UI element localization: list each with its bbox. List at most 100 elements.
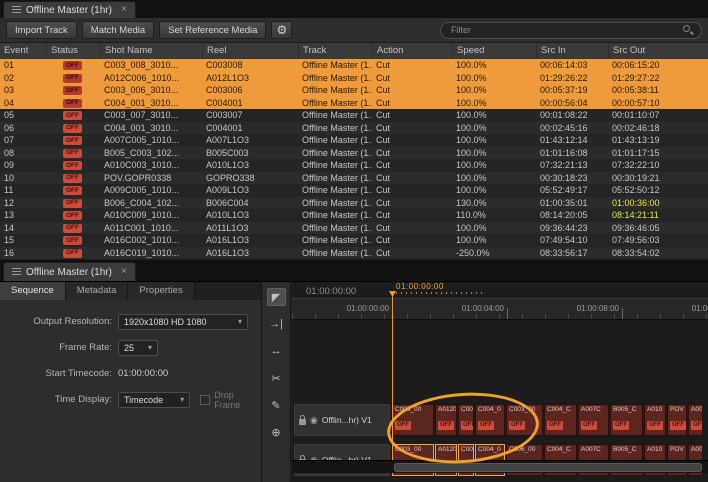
tab-sequence[interactable]: Sequence <box>0 282 66 300</box>
tab-offline-master-timeline[interactable]: Offline Master (1hr) × <box>3 262 136 281</box>
drop-frame-checkbox[interactable] <box>200 395 210 405</box>
cell-shot-name: C004_001_3010... <box>100 122 202 135</box>
timeline-clip[interactable]: POVOFF <box>667 404 687 436</box>
cell-action: Cut <box>372 59 452 72</box>
table-row[interactable]: 01OFFC003_008_3010...C003008Offline Mast… <box>0 59 708 72</box>
sequence-fields: Output Resolution: 1920x1080 HD 1080 ▾ F… <box>0 300 261 408</box>
cell-status: OFF <box>46 72 100 85</box>
cell-action: Cut <box>372 209 452 222</box>
table-row[interactable]: 04OFFC004_001_3010...C004001Offline Mast… <box>0 97 708 110</box>
close-icon[interactable]: × <box>121 267 127 277</box>
select-tool[interactable]: ◤ <box>267 288 286 306</box>
cell-src-in: 00:06:14:03 <box>536 59 608 72</box>
cell-shot-name: POV.GOPR0338 <box>100 172 202 185</box>
cell-track: Offline Master (1... <box>298 222 372 235</box>
table-row[interactable]: 07OFFA007C005_1010...A007L1O3Offline Mas… <box>0 134 708 147</box>
output-resolution-label: Output Resolution: <box>0 316 112 327</box>
cell-speed: 100.0% <box>452 222 536 235</box>
table-row[interactable]: 03OFFC003_006_3010...C003006Offline Mast… <box>0 84 708 97</box>
cell-track: Offline Master (1... <box>298 72 372 85</box>
match-media-button[interactable]: Match Media <box>82 21 154 39</box>
table-row[interactable]: 06OFFC004_001_3010...C004001Offline Mast… <box>0 122 708 135</box>
visibility-icon[interactable]: ◉ <box>310 416 318 425</box>
time-display-select[interactable]: Timecode ▾ <box>118 392 190 408</box>
close-icon[interactable]: × <box>121 5 127 15</box>
import-track-button[interactable]: Import Track <box>6 21 77 39</box>
set-reference-media-button[interactable]: Set Reference Media <box>159 21 266 39</box>
table-row[interactable]: 16OFFA016C019_1010...A016L1O3Offline Mas… <box>0 247 708 260</box>
cell-action: Cut <box>372 122 452 135</box>
table-row[interactable]: 02OFFA012C006_1010...A012L1O3Offline Mas… <box>0 72 708 85</box>
cell-event: 10 <box>0 172 46 185</box>
table-row[interactable]: 13OFFA010C009_1010...A010L1O3Offline Mas… <box>0 209 708 222</box>
slip-tool[interactable]: ↔ <box>267 342 286 360</box>
top-tab-bar: Offline Master (1hr) × <box>0 0 708 19</box>
timeline-ruler[interactable]: 01:00:00:0001:00:04:0001:00:08:0001:00:1… <box>292 298 708 320</box>
cell-event: 15 <box>0 234 46 247</box>
table-row[interactable]: 14OFFA011C001_1010...A011L1O3Offline Mas… <box>0 222 708 235</box>
cell-shot-name: A016C002_1010... <box>100 234 202 247</box>
column-header-track[interactable]: Track <box>298 43 372 59</box>
tracker-tool[interactable]: ⊕ <box>267 423 286 441</box>
ruler-label: 01:00:08:00 <box>577 304 622 313</box>
cell-status: OFF <box>46 184 100 197</box>
playhead-frame-ticks <box>396 292 484 294</box>
timeline-clip[interactable]: A00OFF <box>688 404 703 436</box>
table-row[interactable]: 15OFFA016C002_1010...A016L1O3Offline Mas… <box>0 234 708 247</box>
cell-src-in: 01:01:16:08 <box>536 147 608 160</box>
column-header-src-in[interactable]: Src In <box>536 43 608 59</box>
timeline-current-timecode: 01:00:00:00 <box>306 286 356 297</box>
scrollbar-thumb[interactable] <box>394 463 702 472</box>
clip-status-badge: OFF <box>613 421 629 430</box>
start-timecode-value[interactable]: 01:00:00:00 <box>118 368 168 379</box>
table-row[interactable]: 09OFFA010C003_1010...A010L1O3Offline Mas… <box>0 159 708 172</box>
table-row[interactable]: 05OFFC003_007_3010...C003007Offline Mast… <box>0 109 708 122</box>
track-header[interactable]: ◉Offlin...hr) V1 <box>294 404 390 436</box>
cell-reel: B006C004 <box>202 197 298 210</box>
column-header-shot-name[interactable]: Shot Name <box>100 43 202 59</box>
timeline-clip[interactable]: C004_COFF <box>544 404 577 436</box>
horizontal-scrollbar[interactable] <box>292 460 708 473</box>
cell-speed: 110.0% <box>452 209 536 222</box>
cell-action: Cut <box>372 247 452 260</box>
cell-src-in: 08:33:56:17 <box>536 247 608 260</box>
output-resolution-select[interactable]: 1920x1080 HD 1080 ▾ <box>118 314 248 330</box>
razor-tool[interactable]: ✂ <box>267 369 286 387</box>
cell-event: 04 <box>0 97 46 110</box>
cell-track: Offline Master (1... <box>298 84 372 97</box>
timeline-clip[interactable]: A007COFF <box>578 404 609 436</box>
cell-reel: C004001 <box>202 97 298 110</box>
status-badge: OFF <box>63 61 82 70</box>
tab-properties[interactable]: Properties <box>128 282 194 300</box>
clip-name: A00 <box>689 405 702 413</box>
tab-metadata[interactable]: Metadata <box>66 282 129 300</box>
cell-src-out: 00:02:46:18 <box>608 122 708 135</box>
filter-input[interactable] <box>449 24 683 36</box>
column-header-speed[interactable]: Speed <box>452 43 536 59</box>
tab-offline-master[interactable]: Offline Master (1hr) × <box>3 1 136 18</box>
drop-frame-label: Drop Frame <box>214 390 261 410</box>
cell-src-out: 07:49:56:03 <box>608 234 708 247</box>
cell-status: OFF <box>46 172 100 185</box>
table-row[interactable]: 10OFFPOV.GOPR0338GOPRO338Offline Master … <box>0 172 708 185</box>
table-row[interactable]: 08OFFB005_C003_102...B005C003Offline Mas… <box>0 147 708 160</box>
table-row[interactable]: 12OFFB006_C004_102...B006C004Offline Mas… <box>0 197 708 210</box>
frame-rate-select[interactable]: 25 ▾ <box>118 340 158 356</box>
settings-gear-button[interactable]: ⚙ <box>271 21 292 39</box>
cell-speed: 100.0% <box>452 97 536 110</box>
playhead-handle[interactable] <box>389 291 396 297</box>
timeline-clip[interactable]: A010OFF <box>644 404 666 436</box>
column-header-status[interactable]: Status <box>46 43 100 59</box>
cell-reel: C003007 <box>202 109 298 122</box>
column-header-reel[interactable]: Reel <box>202 43 298 59</box>
column-header-event[interactable]: Event <box>0 43 46 59</box>
table-row[interactable]: 11OFFA009C005_1010...A009L1O3Offline Mas… <box>0 184 708 197</box>
column-header-src-out[interactable]: Src Out <box>608 43 708 59</box>
cell-src-out: 00:30:19:21 <box>608 172 708 185</box>
timeline-clip[interactable]: B005_COFF <box>610 404 643 436</box>
roll-edit-tool[interactable]: →| <box>267 315 286 333</box>
cell-speed: 100.0% <box>452 172 536 185</box>
pen-tool[interactable]: ✎ <box>267 396 286 414</box>
lock-icon[interactable] <box>299 419 306 425</box>
column-header-action[interactable]: Action <box>372 43 452 59</box>
